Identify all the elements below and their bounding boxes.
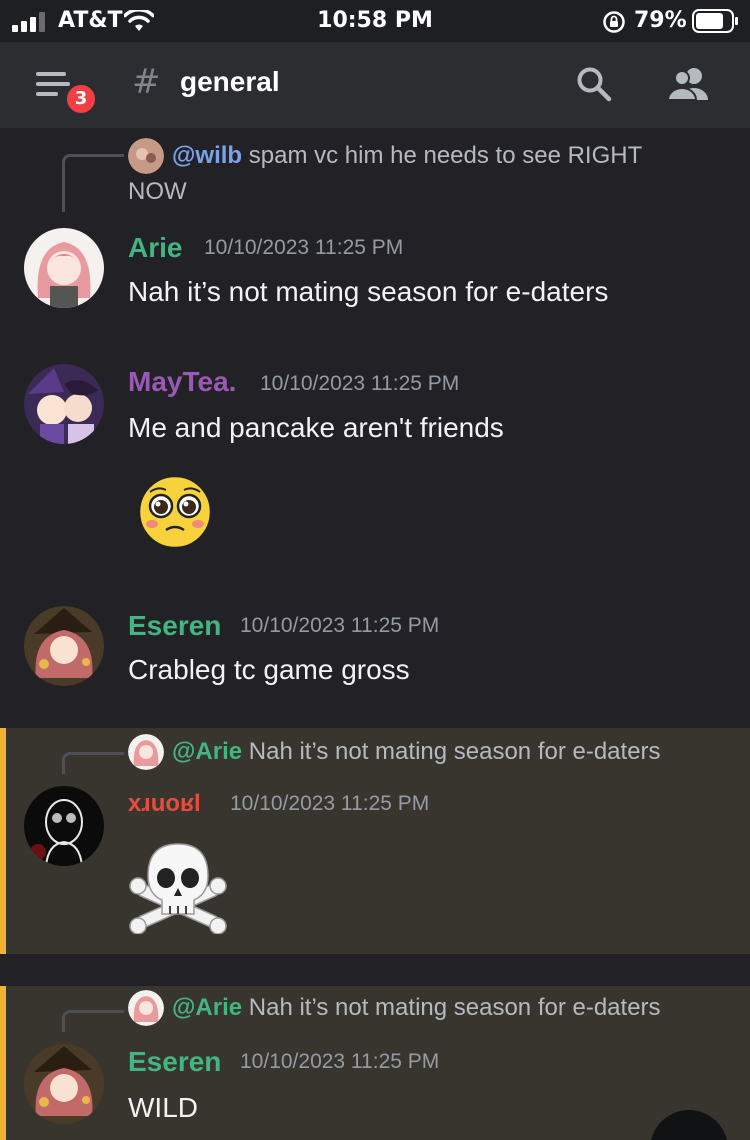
avatar[interactable] — [24, 1044, 104, 1124]
message-content: Me and pancake aren't friends — [128, 412, 504, 443]
timestamp: 10/10/2023 11:25 PM — [204, 236, 404, 259]
reply-connector — [62, 752, 124, 774]
reply-preview[interactable]: @wilb spam vc him he needs to see RIGHT — [172, 142, 642, 170]
timestamp: 10/10/2023 11:25 PM — [230, 792, 430, 815]
highlighted-message[interactable]: @Arie Nah it’s not mating season for e-d… — [0, 986, 750, 1140]
reply-excerpt: Nah it’s not mating season for e-daters — [248, 994, 661, 1021]
members-icon[interactable] — [666, 66, 712, 102]
message-list[interactable]: @wilb spam vc him he needs to see RIGHT … — [0, 128, 750, 1140]
avatar[interactable] — [24, 364, 104, 444]
avatar[interactable] — [24, 606, 104, 686]
reply-mention[interactable]: @wilb — [172, 142, 242, 169]
reply-excerpt-line2: NOW — [128, 178, 187, 205]
channel-hash-icon: # — [132, 62, 161, 102]
reply-mention[interactable]: @Arie — [172, 738, 242, 765]
rotation-lock-icon — [603, 11, 625, 33]
message-content: Crableg tc game gross — [128, 654, 410, 685]
channel-title[interactable]: general — [180, 66, 280, 98]
message-content: WILD — [128, 1092, 198, 1123]
channel-header: 3 # general — [0, 42, 750, 128]
avatar[interactable] — [24, 228, 104, 308]
timestamp: 10/10/2023 11:25 PM — [240, 614, 440, 637]
avatar[interactable] — [24, 786, 104, 866]
status-bar: AT&T 10:58 PM 79% — [0, 0, 750, 42]
timestamp: 10/10/2023 11:25 PM — [240, 1050, 440, 1073]
pleading-face-emoji[interactable] — [130, 468, 220, 558]
reply-connector — [62, 1010, 124, 1032]
reply-connector — [62, 154, 124, 212]
reply-excerpt: spam vc him he needs to see RIGHT — [248, 142, 643, 169]
reply-preview[interactable]: @Arie Nah it’s not mating season for e-d… — [172, 994, 661, 1022]
reply-excerpt: Nah it’s not mating season for e-daters — [248, 738, 661, 765]
author-name[interactable]: Arie — [128, 232, 182, 264]
reply-avatar — [128, 990, 164, 1026]
highlighted-message[interactable]: @Arie Nah it’s not mating season for e-d… — [0, 728, 750, 954]
battery-percent: 79% — [634, 8, 687, 33]
author-name[interactable]: Eseren — [128, 610, 221, 642]
message-content: Nah it’s not mating season for e-daters — [128, 276, 609, 307]
author-name[interactable]: MayTea. — [128, 366, 236, 398]
author-name[interactable]: Eseren — [128, 1046, 221, 1078]
reply-mention[interactable]: @Arie — [172, 994, 242, 1021]
search-icon[interactable] — [576, 66, 612, 102]
timestamp: 10/10/2023 11:25 PM — [260, 372, 460, 395]
reply-preview[interactable]: @Arie Nah it’s not mating season for e-d… — [172, 738, 661, 766]
skull-crossbones-emoji[interactable] — [128, 838, 228, 934]
author-name[interactable]: xɹuoʁl — [128, 790, 201, 818]
unread-badge: 3 — [64, 82, 98, 116]
reply-avatar — [128, 138, 164, 174]
reply-avatar — [128, 734, 164, 770]
battery-icon — [692, 9, 738, 33]
